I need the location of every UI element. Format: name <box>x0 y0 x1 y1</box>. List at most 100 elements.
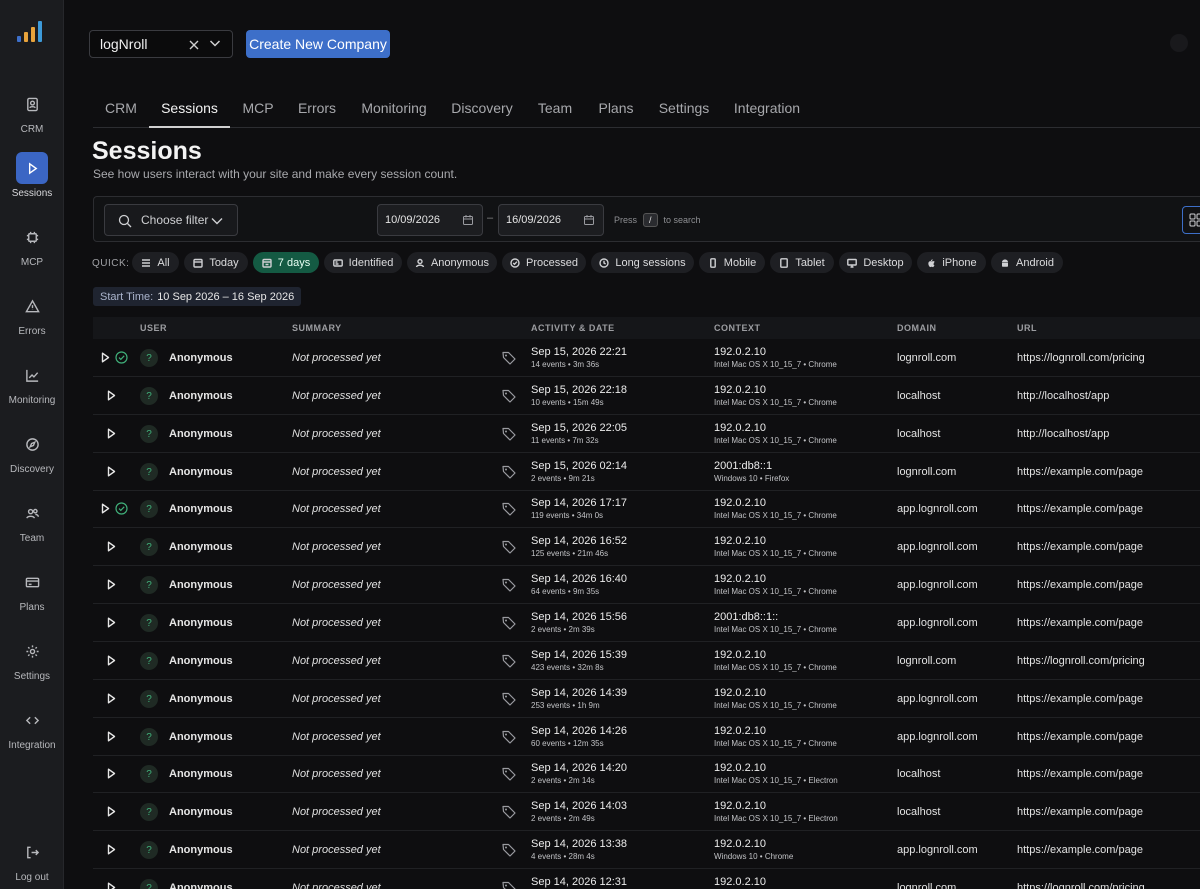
quick-chip-mobile[interactable]: Mobile <box>699 252 765 273</box>
tag-icon[interactable] <box>501 691 517 707</box>
tag-icon[interactable] <box>501 464 517 480</box>
quick-chip-desktop[interactable]: Desktop <box>839 252 912 273</box>
play-icon[interactable] <box>107 428 116 439</box>
session-url[interactable]: https://example.com/page <box>1017 693 1143 705</box>
column-header-context[interactable]: CONTEXT <box>714 323 761 333</box>
tab-discovery[interactable]: Discovery <box>445 88 519 128</box>
session-url[interactable]: https://example.com/page <box>1017 806 1143 818</box>
create-company-button[interactable]: Create New Company <box>246 30 390 58</box>
play-icon[interactable] <box>107 579 116 590</box>
date-from-input[interactable]: 10/09/2026 <box>377 204 483 236</box>
user-name[interactable]: Anonymous <box>169 579 233 591</box>
tag-icon[interactable] <box>501 501 517 517</box>
session-url[interactable]: https://example.com/page <box>1017 731 1143 743</box>
user-name[interactable]: Anonymous <box>169 617 233 629</box>
tag-icon[interactable] <box>501 577 517 593</box>
table-row[interactable]: ? Anonymous Not processed yet Sep 14, 2026 … <box>93 642 1200 680</box>
sidebar-item-settings[interactable]: Settings <box>0 635 64 697</box>
user-name[interactable]: Anonymous <box>169 806 233 818</box>
tag-icon[interactable] <box>501 615 517 631</box>
table-row[interactable]: ? Anonymous Not processed yet Sep 14, 2026 … <box>93 793 1200 831</box>
sidebar-item-crm[interactable]: CRM <box>0 88 64 150</box>
sidebar-item-team[interactable]: Team <box>0 497 64 559</box>
user-name[interactable]: Anonymous <box>169 428 233 440</box>
user-name[interactable]: Anonymous <box>169 844 233 856</box>
date-to-input[interactable]: 16/09/2026 <box>498 204 604 236</box>
chevron-down-icon[interactable] <box>208 36 222 53</box>
user-name[interactable]: Anonymous <box>169 655 233 667</box>
tab-team[interactable]: Team <box>533 88 577 128</box>
quick-chip-android[interactable]: Android <box>991 252 1063 273</box>
session-url[interactable]: https://example.com/page <box>1017 617 1143 629</box>
play-icon[interactable] <box>101 503 110 514</box>
table-row[interactable]: ? Anonymous Not processed yet Sep 14, 2026 … <box>93 680 1200 718</box>
tab-monitoring[interactable]: Monitoring <box>355 88 433 128</box>
play-icon[interactable] <box>107 731 116 742</box>
table-row[interactable]: ? Anonymous Not processed yet Sep 14, 2026 … <box>93 566 1200 604</box>
logout-button[interactable]: Log out <box>0 836 64 889</box>
column-header-domain[interactable]: DOMAIN <box>897 323 937 333</box>
table-row[interactable]: ? Anonymous Not processed yet Sep 14, 2026 … <box>93 831 1200 869</box>
sidebar-item-mcp[interactable]: MCP <box>0 221 64 283</box>
tab-crm[interactable]: CRM <box>93 88 149 128</box>
table-row[interactable]: ? Anonymous Not processed yet Sep 15, 2026 … <box>93 377 1200 415</box>
table-row[interactable]: ? Anonymous Not processed yet Sep 14, 2026 … <box>93 718 1200 756</box>
session-url[interactable]: http://localhost/app <box>1017 390 1109 402</box>
session-url[interactable]: https://lognroll.com/pricing <box>1017 352 1145 364</box>
tag-icon[interactable] <box>501 350 517 366</box>
tag-icon[interactable] <box>501 426 517 442</box>
quick-chip-processed[interactable]: Processed <box>502 252 586 273</box>
session-url[interactable]: https://example.com/page <box>1017 466 1143 478</box>
session-url[interactable]: https://lognroll.com/pricing <box>1017 882 1145 889</box>
tag-icon[interactable] <box>501 880 517 889</box>
grid-view-toggle[interactable] <box>1182 206 1200 234</box>
user-name[interactable]: Anonymous <box>169 693 233 705</box>
table-row[interactable]: ? Anonymous Not processed yet Sep 14, 2026 … <box>93 490 1200 528</box>
quick-chip-identified[interactable]: Identified <box>324 252 402 273</box>
quick-chip-anonymous[interactable]: Anonymous <box>407 252 497 273</box>
table-row[interactable]: ? Anonymous Not processed yet Sep 15, 2026 … <box>93 339 1200 377</box>
user-name[interactable]: Anonymous <box>169 882 233 889</box>
tab-integration[interactable]: Integration <box>729 88 805 128</box>
sidebar-item-sessions[interactable]: Sessions <box>0 152 64 214</box>
quick-chip-tablet[interactable]: Tablet <box>770 252 834 273</box>
sidebar-item-errors[interactable]: Errors <box>0 290 64 352</box>
clear-icon[interactable] <box>188 37 200 54</box>
session-url[interactable]: https://example.com/page <box>1017 579 1143 591</box>
tab-mcp[interactable]: MCP <box>230 88 286 128</box>
user-avatar[interactable] <box>1170 34 1188 52</box>
table-row[interactable]: ? Anonymous Not processed yet Sep 14, 2026 … <box>93 528 1200 566</box>
table-row[interactable]: ? Anonymous Not processed yet Sep 14, 2026 … <box>93 869 1200 889</box>
user-name[interactable]: Anonymous <box>169 352 233 364</box>
play-icon[interactable] <box>107 768 116 779</box>
sidebar-item-monitoring[interactable]: Monitoring <box>0 359 64 421</box>
tag-icon[interactable] <box>501 729 517 745</box>
user-name[interactable]: Anonymous <box>169 466 233 478</box>
user-name[interactable]: Anonymous <box>169 768 233 780</box>
play-icon[interactable] <box>101 352 110 363</box>
quick-chip-long-sessions[interactable]: Long sessions <box>591 252 694 273</box>
tab-errors[interactable]: Errors <box>288 88 346 128</box>
company-select[interactable]: logNroll <box>89 30 233 58</box>
play-icon[interactable] <box>107 655 116 666</box>
tag-icon[interactable] <box>501 653 517 669</box>
session-url[interactable]: https://example.com/page <box>1017 503 1143 515</box>
sidebar-item-discovery[interactable]: Discovery <box>0 428 64 490</box>
play-icon[interactable] <box>107 882 116 889</box>
user-name[interactable]: Anonymous <box>169 541 233 553</box>
user-name[interactable]: Anonymous <box>169 390 233 402</box>
session-url[interactable]: https://lognroll.com/pricing <box>1017 655 1145 667</box>
tab-plans[interactable]: Plans <box>593 88 639 128</box>
play-icon[interactable] <box>107 390 116 401</box>
play-icon[interactable] <box>107 466 116 477</box>
session-url[interactable]: https://example.com/page <box>1017 844 1143 856</box>
play-icon[interactable] <box>107 844 116 855</box>
table-row[interactable]: ? Anonymous Not processed yet Sep 15, 2026 … <box>93 453 1200 491</box>
tag-icon[interactable] <box>501 842 517 858</box>
table-row[interactable]: ? Anonymous Not processed yet Sep 14, 2026 … <box>93 604 1200 642</box>
table-row[interactable]: ? Anonymous Not processed yet Sep 14, 2026 … <box>93 755 1200 793</box>
play-icon[interactable] <box>107 541 116 552</box>
play-icon[interactable] <box>107 693 116 704</box>
tag-icon[interactable] <box>501 804 517 820</box>
column-header-user[interactable]: USER <box>140 323 167 333</box>
